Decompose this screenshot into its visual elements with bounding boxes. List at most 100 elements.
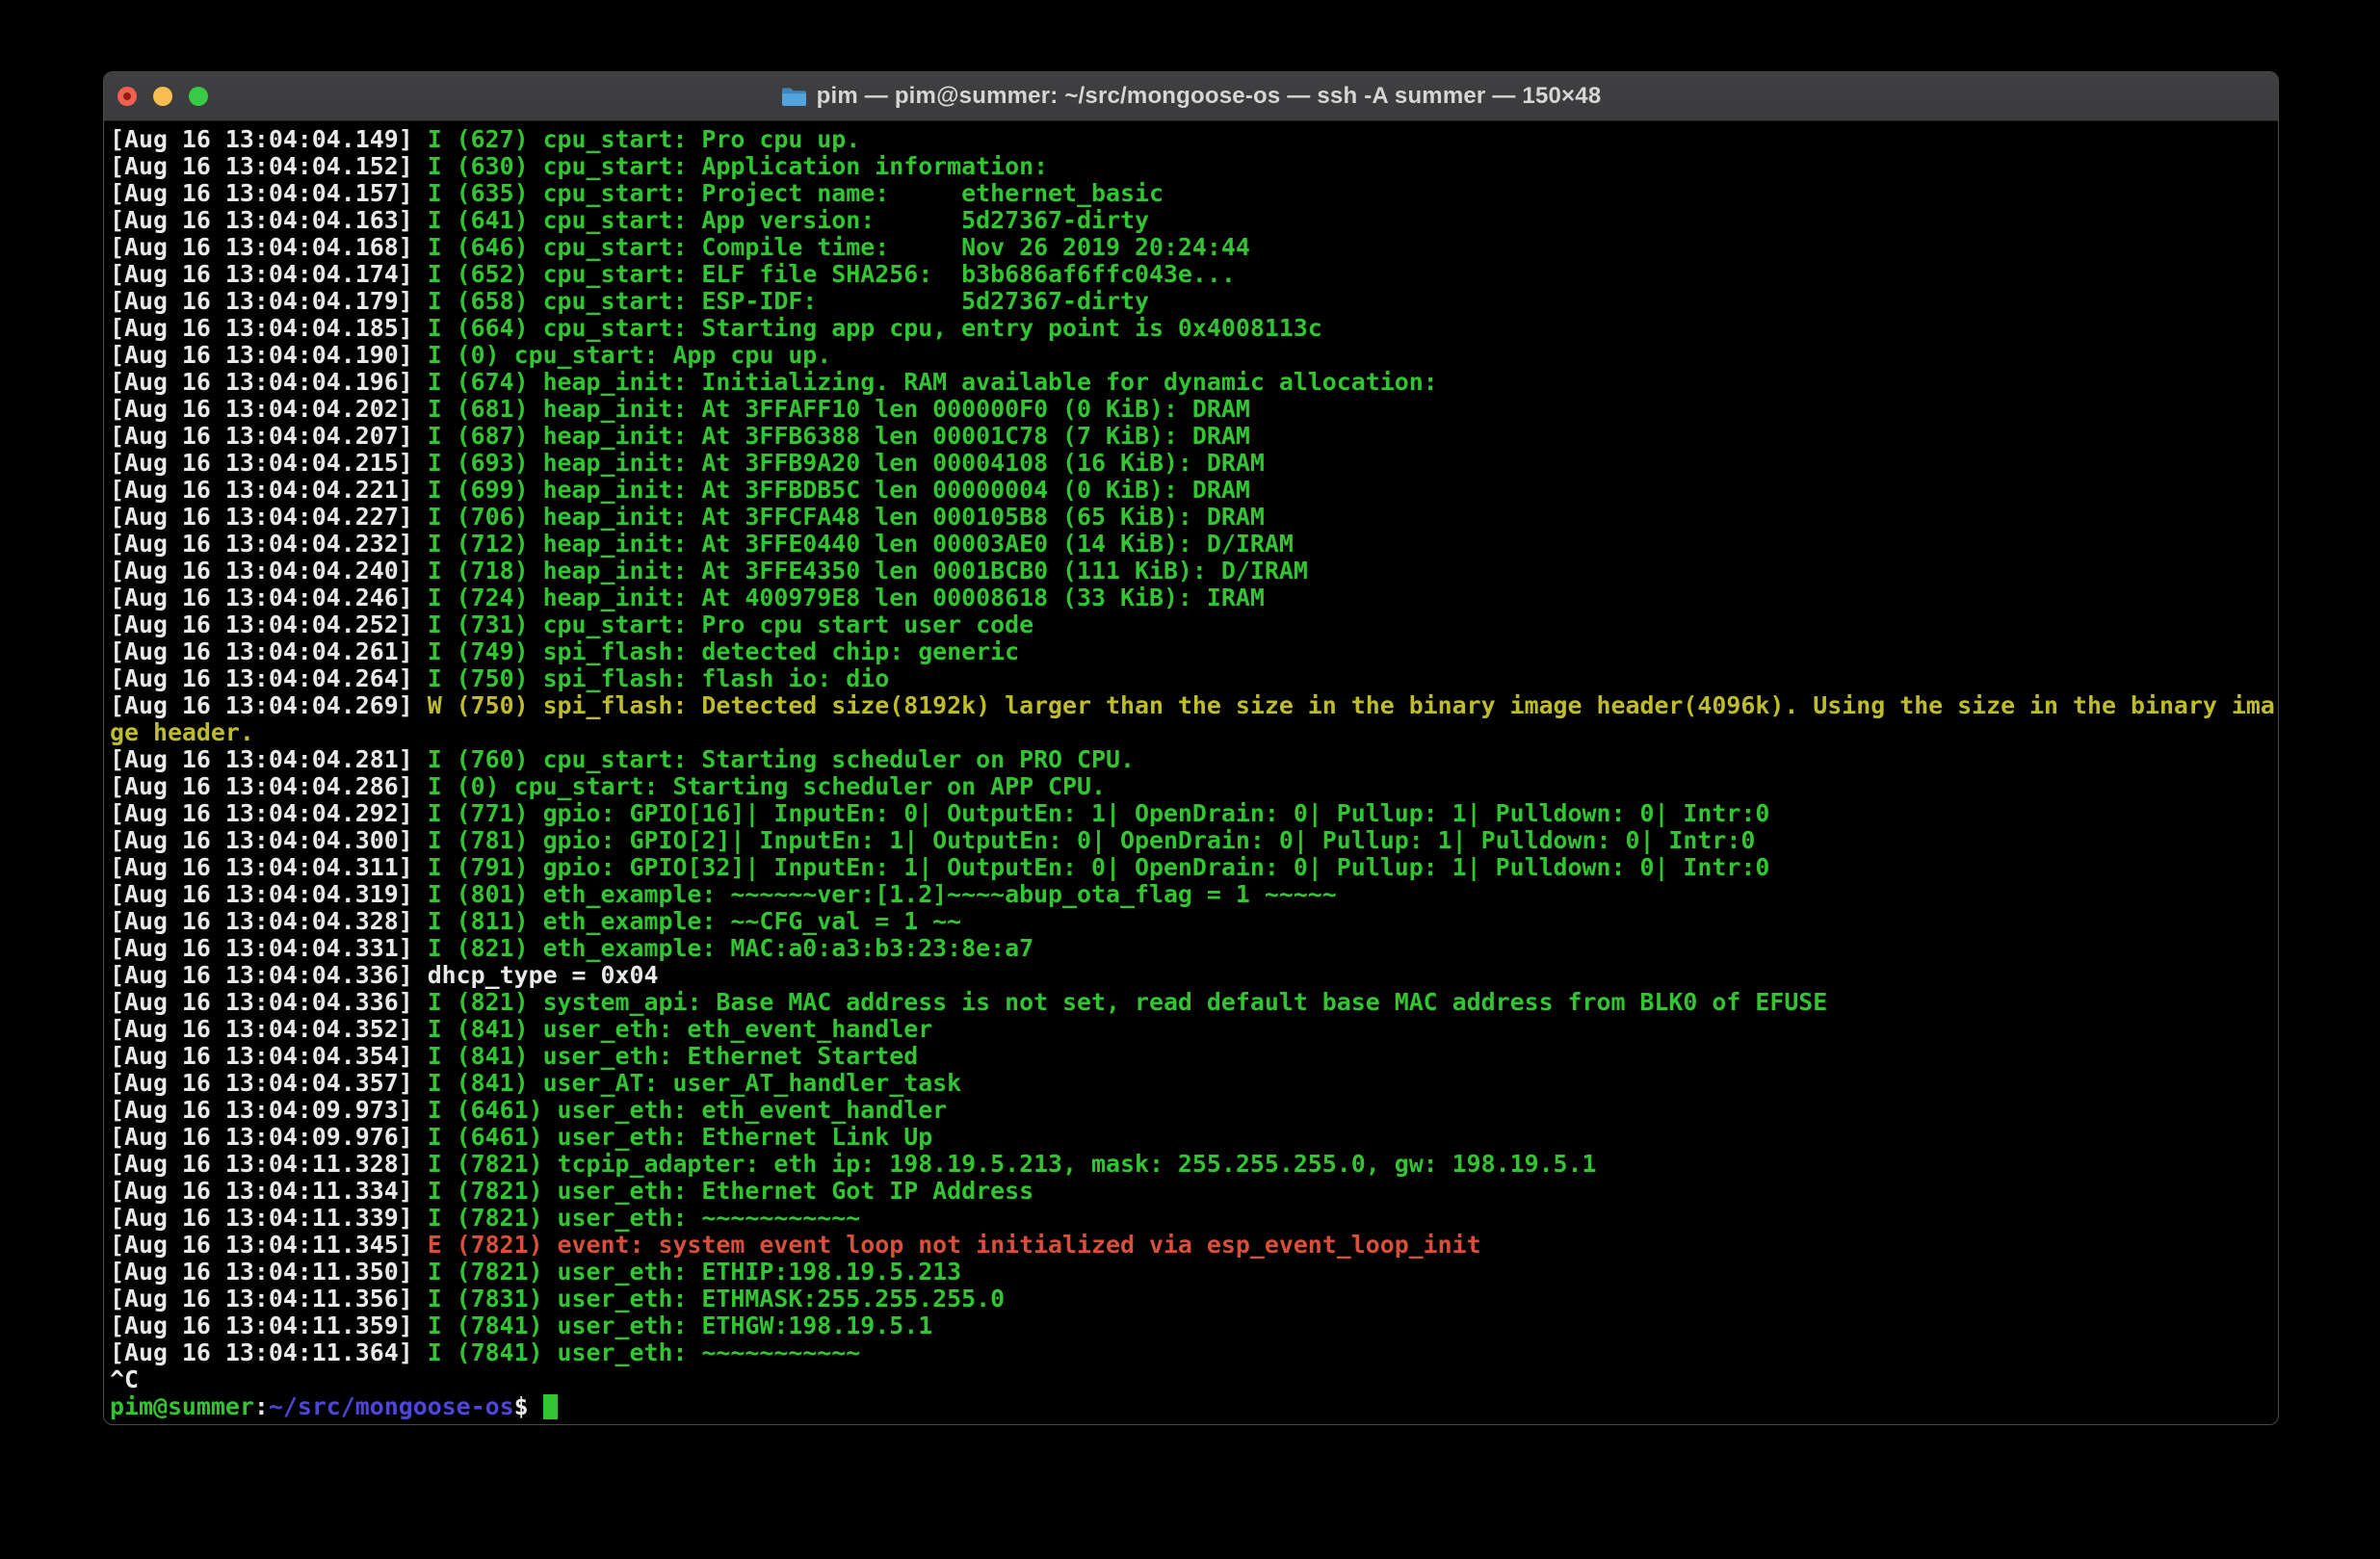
log-timestamp: [Aug 16 13:04:04.264] xyxy=(110,664,413,692)
log-segment: I (821) eth_example: MAC:a0:a3:b3:23:8e:… xyxy=(413,934,1033,962)
log-timestamp: [Aug 16 13:04:04.300] xyxy=(110,826,413,854)
log-segment: I (7821) user_eth: ETHIP:198.19.5.213 xyxy=(413,1258,961,1286)
terminal-line: [Aug 16 13:04:04.157] I (635) cpu_start:… xyxy=(110,180,2278,207)
terminal-line: [Aug 16 13:04:04.179] I (658) cpu_start:… xyxy=(110,288,2278,315)
log-segment: I (646) cpu_start: Compile time: Nov 26 … xyxy=(413,233,1250,261)
log-timestamp: [Aug 16 13:04:04.207] xyxy=(110,422,413,450)
log-segment: I (7831) user_eth: ETHMASK:255.255.255.0 xyxy=(413,1285,1005,1312)
log-segment: I (750) spi_flash: flash io: dio xyxy=(413,664,890,692)
log-segment: I (0) cpu_start: Starting scheduler on A… xyxy=(413,772,1106,800)
log-segment: I (627) cpu_start: Pro cpu up. xyxy=(413,125,861,153)
log-segment: I (681) heap_init: At 3FFAFF10 len 00000… xyxy=(413,395,1250,423)
terminal-line: [Aug 16 13:04:11.350] I (7821) user_eth:… xyxy=(110,1259,2278,1286)
log-timestamp: [Aug 16 13:04:04.286] xyxy=(110,772,413,800)
prompt-cwd: ~/src/mongoose-os xyxy=(269,1392,514,1420)
terminal-line: [Aug 16 13:04:04.252] I (731) cpu_start:… xyxy=(110,611,2278,638)
log-timestamp: [Aug 16 13:04:04.281] xyxy=(110,745,413,773)
desktop-background: pim — pim@summer: ~/src/mongoose-os — ss… xyxy=(0,0,2380,1559)
terminal-line: [Aug 16 13:04:04.221] I (699) heap_init:… xyxy=(110,477,2278,504)
terminal-line: [Aug 16 13:04:04.331] I (821) eth_exampl… xyxy=(110,935,2278,962)
log-segment: I (731) cpu_start: Pro cpu start user co… xyxy=(413,611,1033,638)
log-timestamp: [Aug 16 13:04:04.152] xyxy=(110,152,413,180)
log-segment: W (750) spi_flash: Detected size(8192k) … xyxy=(413,691,2275,719)
log-timestamp: [Aug 16 13:04:04.190] xyxy=(110,341,413,369)
terminal-line: [Aug 16 13:04:04.185] I (664) cpu_start:… xyxy=(110,315,2278,342)
log-timestamp: [Aug 16 13:04:04.163] xyxy=(110,206,413,234)
terminal-line: [Aug 16 13:04:11.359] I (7841) user_eth:… xyxy=(110,1312,2278,1339)
terminal-line: ^C xyxy=(110,1366,2278,1393)
log-segment: I (641) cpu_start: App version: 5d27367-… xyxy=(413,206,1149,234)
terminal-line: [Aug 16 13:04:04.149] I (627) cpu_start:… xyxy=(110,126,2278,153)
log-timestamp: [Aug 16 13:04:04.174] xyxy=(110,260,413,288)
terminal-line: [Aug 16 13:04:04.357] I (841) user_AT: u… xyxy=(110,1070,2278,1097)
log-segment: I (699) heap_init: At 3FFBDB5C len 00000… xyxy=(413,476,1250,504)
minimize-icon[interactable] xyxy=(153,87,172,106)
terminal-line: ge header. xyxy=(110,719,2278,746)
log-segment: E (7821) event: system event loop not in… xyxy=(413,1231,1481,1259)
log-timestamp: [Aug 16 13:04:04.215] xyxy=(110,449,413,477)
log-timestamp: [Aug 16 13:04:04.232] xyxy=(110,530,413,558)
log-timestamp: [Aug 16 13:04:09.973] xyxy=(110,1096,413,1124)
log-segment: I (7841) user_eth: ETHGW:198.19.5.1 xyxy=(413,1312,932,1339)
window-title: pim — pim@summer: ~/src/mongoose-os — ss… xyxy=(817,83,1602,110)
terminal-line: [Aug 16 13:04:04.336] dhcp_type = 0x04 xyxy=(110,962,2278,989)
zoom-icon[interactable] xyxy=(189,87,208,106)
log-segment: I (635) cpu_start: Project name: etherne… xyxy=(413,179,1164,207)
log-segment: I (658) cpu_start: ESP-IDF: 5d27367-dirt… xyxy=(413,287,1149,315)
terminal-line: [Aug 16 13:04:04.227] I (706) heap_init:… xyxy=(110,504,2278,531)
terminal-line: [Aug 16 13:04:11.328] I (7821) tcpip_ada… xyxy=(110,1151,2278,1178)
log-timestamp: [Aug 16 13:04:04.246] xyxy=(110,584,413,611)
log-segment: I (718) heap_init: At 3FFE4350 len 0001B… xyxy=(413,557,1308,585)
terminal-line: [Aug 16 13:04:04.261] I (749) spi_flash:… xyxy=(110,638,2278,665)
close-icon[interactable] xyxy=(118,87,137,106)
terminal-line: [Aug 16 13:04:04.215] I (693) heap_init:… xyxy=(110,450,2278,477)
log-timestamp: [Aug 16 13:04:04.328] xyxy=(110,907,413,935)
prompt-user-host: pim@summer xyxy=(110,1392,254,1420)
log-timestamp: [Aug 16 13:04:04.269] xyxy=(110,691,413,719)
terminal-line: [Aug 16 13:04:04.240] I (718) heap_init:… xyxy=(110,558,2278,585)
log-timestamp: [Aug 16 13:04:04.352] xyxy=(110,1015,413,1043)
log-segment: I (652) cpu_start: ELF file SHA256: b3b6… xyxy=(413,260,1236,288)
log-segment: I (7841) user_eth: ~~~~~~~~~~~ xyxy=(413,1338,861,1366)
log-timestamp: [Aug 16 13:04:11.328] xyxy=(110,1150,413,1178)
log-timestamp: [Aug 16 13:04:04.149] xyxy=(110,125,413,153)
log-timestamp: [Aug 16 13:04:04.319] xyxy=(110,880,413,908)
log-timestamp: [Aug 16 13:04:11.339] xyxy=(110,1204,413,1232)
log-timestamp: [Aug 16 13:04:04.202] xyxy=(110,395,413,423)
traffic-light-group xyxy=(118,72,208,120)
terminal-line: [Aug 16 13:04:04.269] W (750) spi_flash:… xyxy=(110,692,2278,719)
terminal-line: [Aug 16 13:04:04.328] I (811) eth_exampl… xyxy=(110,908,2278,935)
log-timestamp: [Aug 16 13:04:11.359] xyxy=(110,1312,413,1339)
terminal-line: [Aug 16 13:04:04.300] I (781) gpio: GPIO… xyxy=(110,827,2278,854)
log-segment: I (821) system_api: Base MAC address is … xyxy=(413,988,1828,1016)
log-segment: I (664) cpu_start: Starting app cpu, ent… xyxy=(413,314,1322,342)
log-timestamp: [Aug 16 13:04:11.345] xyxy=(110,1231,413,1259)
log-segment: I (687) heap_init: At 3FFB6388 len 00001… xyxy=(413,422,1250,450)
window-titlebar[interactable]: pim — pim@summer: ~/src/mongoose-os — ss… xyxy=(104,72,2278,121)
terminal-line: [Aug 16 13:04:04.202] I (681) heap_init:… xyxy=(110,396,2278,423)
terminal-line: [Aug 16 13:04:09.976] I (6461) user_eth:… xyxy=(110,1124,2278,1151)
terminal-line: [Aug 16 13:04:11.345] E (7821) event: sy… xyxy=(110,1232,2278,1259)
terminal-line: [Aug 16 13:04:04.286] I (0) cpu_start: S… xyxy=(110,773,2278,800)
terminal-line: [Aug 16 13:04:04.352] I (841) user_eth: … xyxy=(110,1016,2278,1043)
log-segment: I (781) gpio: GPIO[2]| InputEn: 1| Outpu… xyxy=(413,826,1756,854)
terminal-line: [Aug 16 13:04:04.163] I (641) cpu_start:… xyxy=(110,207,2278,234)
log-timestamp: [Aug 16 13:04:04.261] xyxy=(110,637,413,665)
log-segment: I (693) heap_init: At 3FFB9A20 len 00004… xyxy=(413,449,1265,477)
terminal-screen[interactable]: [Aug 16 13:04:04.149] I (627) cpu_start:… xyxy=(104,121,2278,1425)
log-timestamp: [Aug 16 13:04:04.221] xyxy=(110,476,413,504)
terminal-line: [Aug 16 13:04:11.364] I (7841) user_eth:… xyxy=(110,1339,2278,1366)
log-segment: I (6461) user_eth: Ethernet Link Up xyxy=(413,1123,932,1151)
terminal-line: [Aug 16 13:04:04.336] I (821) system_api… xyxy=(110,989,2278,1016)
log-timestamp: [Aug 16 13:04:04.179] xyxy=(110,287,413,315)
log-timestamp: [Aug 16 13:04:04.227] xyxy=(110,503,413,531)
log-timestamp: [Aug 16 13:04:11.356] xyxy=(110,1285,413,1312)
terminal-line: [Aug 16 13:04:04.168] I (646) cpu_start:… xyxy=(110,234,2278,261)
log-timestamp: [Aug 16 13:04:04.331] xyxy=(110,934,413,962)
log-segment: I (630) cpu_start: Application informati… xyxy=(413,152,1048,180)
terminal-line: [Aug 16 13:04:04.281] I (760) cpu_start:… xyxy=(110,746,2278,773)
terminal-line: [Aug 16 13:04:04.319] I (801) eth_exampl… xyxy=(110,881,2278,908)
log-segment: : xyxy=(254,1392,269,1420)
log-timestamp: [Aug 16 13:04:04.185] xyxy=(110,314,413,342)
terminal-line: [Aug 16 13:04:11.356] I (7831) user_eth:… xyxy=(110,1286,2278,1312)
